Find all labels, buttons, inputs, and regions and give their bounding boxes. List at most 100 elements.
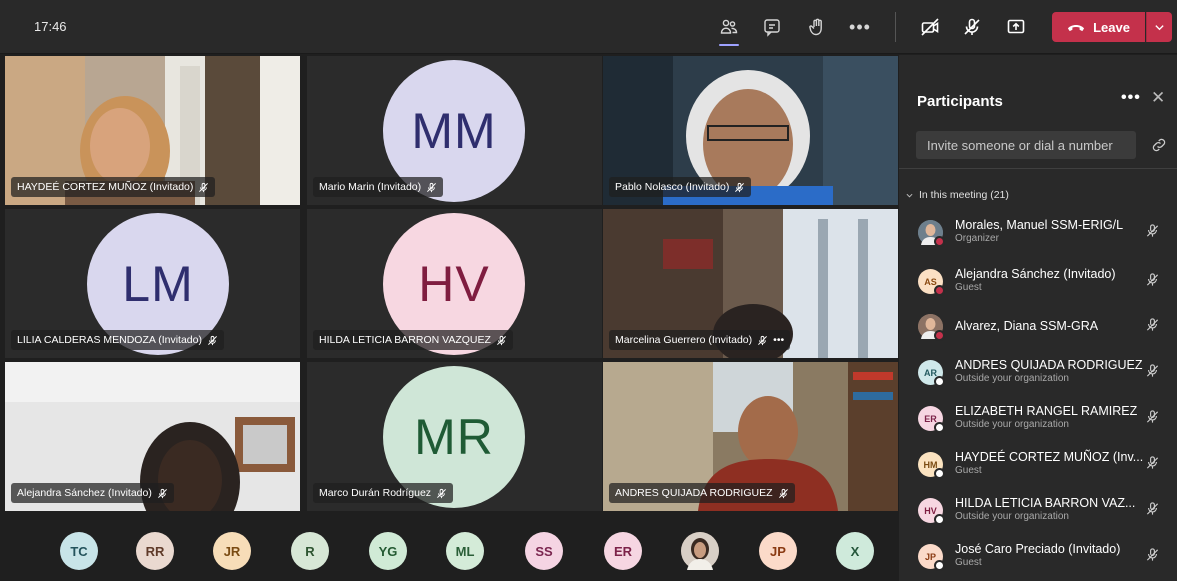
mic-off-icon — [427, 182, 437, 192]
participant-name: Alvarez, Diana SSM-GRA — [955, 319, 1099, 333]
share-icon — [1007, 19, 1025, 34]
mic-off-icon[interactable] — [1145, 501, 1160, 516]
avatar-initials: ER — [924, 413, 937, 424]
participant-name: HAYDEÉ CORTEZ MUÑOZ (Inv... — [955, 450, 1144, 464]
section-title: In this meeting (21) — [919, 189, 1009, 201]
participant-avatar[interactable]: JP — [759, 532, 797, 570]
chevron-down-icon — [1155, 24, 1164, 30]
mic-off-icon — [208, 335, 217, 345]
avatar-initials: AR — [924, 367, 937, 378]
avatar-initials: HV — [418, 256, 490, 312]
participant-name: Mario Marin (Invitado) — [319, 181, 422, 193]
participant-row[interactable]: AR ANDRES QUIJADA RODRIGUEZ Outside your o… — [899, 352, 1177, 398]
participant-name: José Caro Preciado (Invitado) — [955, 542, 1121, 556]
avatar-initials: TC — [70, 543, 88, 559]
participant-avatar[interactable]: R — [291, 532, 329, 570]
chevron-down-icon — [906, 193, 913, 198]
avatar-initials: SS — [535, 543, 553, 559]
leave-options-button[interactable] — [1146, 12, 1172, 42]
share-link-icon[interactable] — [1151, 137, 1167, 153]
mic-off-icon — [157, 488, 167, 498]
mic-off-icon[interactable] — [1145, 272, 1160, 287]
participant-row[interactable]: HM HAYDEÉ CORTEZ MUÑOZ (Inv... Guest — [899, 444, 1177, 490]
participant-name: LILIA CALDERAS MENDOZA (Invitado) — [17, 334, 202, 346]
participant-avatar[interactable]: ML — [446, 532, 484, 570]
avatar-initials: ER — [613, 543, 633, 559]
mic-toggle-button[interactable] — [957, 12, 987, 42]
participant-row[interactable]: JP José Caro Preciado (Invitado) Guest — [899, 536, 1177, 581]
avatar-initials: ML — [455, 543, 475, 559]
video-tile[interactable]: HAYDEÉ CORTEZ MUÑOZ (Invitado) — [5, 56, 300, 205]
video-tile[interactable]: HV HILDA LETICIA BARRON VAZQUEZ — [307, 209, 602, 358]
avatar-initials: HV — [924, 505, 937, 516]
participant-row[interactable]: ER ELIZABETH RANGEL RAMIREZ Outside your o… — [899, 398, 1177, 444]
people-icon — [720, 19, 738, 34]
chat-button[interactable] — [757, 12, 787, 42]
avatar-initials: JP — [924, 551, 936, 562]
video-tile[interactable]: MM Mario Marin (Invitado) — [307, 56, 602, 205]
mic-off-icon[interactable] — [1145, 317, 1160, 332]
participant-row[interactable]: Alvarez, Diana SSM-GRA — [899, 306, 1177, 352]
avatar-initials: YG — [378, 543, 398, 559]
participant-avatar[interactable]: JR — [213, 532, 251, 570]
in-meeting-section-header[interactable]: In this meeting (21) — [906, 189, 1009, 201]
participant-name: HILDA LETICIA BARRON VAZQUEZ — [319, 334, 491, 346]
mic-off-icon[interactable] — [1145, 547, 1160, 562]
presence-status-icon — [934, 376, 945, 387]
avatar-initials: LM — [122, 256, 194, 312]
panel-more-icon[interactable]: ••• — [1121, 89, 1141, 107]
participant-name: HILDA LETICIA BARRON VAZ... — [955, 496, 1136, 510]
participant-name-tag: HAYDEÉ CORTEZ MUÑOZ (Invitado) — [11, 177, 216, 197]
participant-name: HAYDEÉ CORTEZ MUÑOZ (Invitado) — [17, 181, 194, 193]
participant-row[interactable]: Morales, Manuel SSM-ERIG/L Organizer — [899, 212, 1177, 258]
raise-hand-button[interactable] — [802, 12, 832, 42]
avatar-initials: RR — [145, 543, 165, 559]
panel-title: Participants — [917, 93, 1003, 110]
mic-off-icon — [199, 182, 209, 192]
mic-off-icon[interactable] — [1145, 455, 1160, 470]
participant-role: Guest — [955, 282, 982, 293]
people-button[interactable] — [714, 12, 744, 46]
share-button[interactable] — [1001, 12, 1031, 42]
camera-toggle-button[interactable] — [915, 12, 945, 42]
participant-avatar[interactable]: ER — [604, 532, 642, 570]
presence-status-icon — [934, 330, 945, 341]
presence-status-icon — [934, 514, 945, 525]
video-tile[interactable]: Pablo Nolasco (Invitado) — [603, 56, 898, 205]
presence-status-icon — [934, 285, 945, 296]
participant-avatar[interactable]: RR — [136, 532, 174, 570]
invite-input[interactable] — [916, 131, 1136, 159]
mic-off-icon[interactable] — [1145, 223, 1160, 238]
leave-button[interactable]: Leave — [1052, 12, 1145, 42]
tile-more-icon[interactable]: ••• — [773, 334, 784, 346]
participants-panel: Participants ••• ✕ In this meeting (21) … — [899, 55, 1177, 581]
participant-role: Guest — [955, 465, 982, 476]
participant-name-tag: Alejandra Sánchez (Invitado) — [11, 483, 174, 503]
participant-row[interactable]: HV HILDA LETICIA BARRON VAZ... Outside you… — [899, 490, 1177, 536]
participant-row[interactable]: AS Alejandra Sánchez (Invitado) Guest — [899, 261, 1177, 307]
participant-avatar[interactable]: YG — [369, 532, 407, 570]
participant-avatar[interactable]: SS — [525, 532, 563, 570]
mic-off-icon[interactable] — [1145, 409, 1160, 424]
more-icon: ••• — [849, 16, 871, 37]
participant-name-tag: LILIA CALDERAS MENDOZA (Invitado) — [11, 330, 224, 350]
video-tile[interactable]: ANDRES QUIJADA RODRIGUEZ — [603, 362, 898, 511]
participant-avatar[interactable]: TC — [60, 532, 98, 570]
video-tile[interactable]: MR Marco Durán Rodríguez — [307, 362, 602, 511]
mic-off-icon[interactable] — [1145, 363, 1160, 378]
avatar-initials: X — [850, 543, 860, 559]
participant-name: Pablo Nolasco (Invitado) — [615, 181, 730, 193]
more-actions-button[interactable]: ••• — [845, 12, 875, 42]
participant-name: Alejandra Sánchez (Invitado) — [17, 487, 152, 499]
video-tile[interactable]: Marcelina Guerrero (Invitado) ••• — [603, 209, 898, 358]
participant-role: Outside your organization — [955, 419, 1069, 430]
participant-avatar[interactable] — [681, 532, 719, 570]
video-tile[interactable]: Alejandra Sánchez (Invitado) — [5, 362, 300, 511]
participant-role: Outside your organization — [955, 373, 1069, 384]
close-icon[interactable]: ✕ — [1151, 88, 1165, 108]
chat-icon — [764, 19, 780, 37]
participant-name: Alejandra Sánchez (Invitado) — [955, 267, 1116, 281]
participant-avatar[interactable]: X — [836, 532, 874, 570]
video-tile[interactable]: LM LILIA CALDERAS MENDOZA (Invitado) — [5, 209, 300, 358]
toolbar-divider — [895, 12, 896, 42]
